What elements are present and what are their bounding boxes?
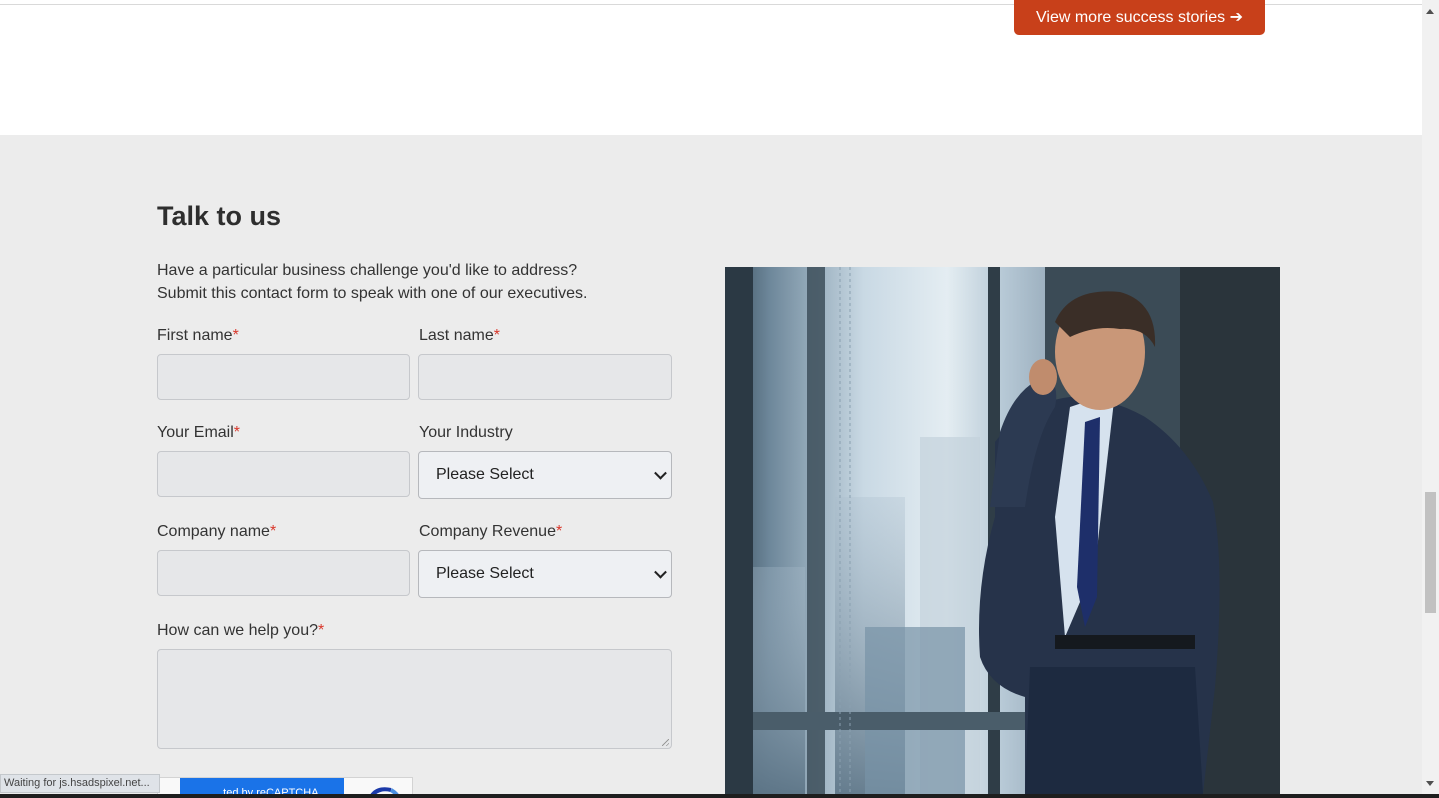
revenue-select-value: Please Select xyxy=(436,565,534,582)
scroll-up-icon[interactable] xyxy=(1426,9,1434,14)
chevron-down-icon xyxy=(654,466,667,480)
browser-status-bar: Waiting for js.hsadspixel.net... xyxy=(0,774,160,793)
email-label: Your Email* xyxy=(157,424,240,442)
required-mark: * xyxy=(493,327,500,344)
businessman-photo xyxy=(725,267,1280,794)
section-title: Talk to us xyxy=(157,201,282,231)
scroll-thumb[interactable] xyxy=(1425,492,1436,613)
first-name-input[interactable] xyxy=(157,354,410,400)
required-mark: * xyxy=(555,523,563,540)
intro-line-1: Have a particular business challenge you… xyxy=(157,262,578,279)
required-mark: * xyxy=(317,622,325,639)
scroll-down-icon[interactable] xyxy=(1426,781,1434,786)
help-textarea[interactable] xyxy=(157,649,672,749)
intro-text: Have a particular business challenge you… xyxy=(157,259,587,305)
industry-label-text: Your Industry xyxy=(419,424,513,441)
company-revenue-select[interactable]: Please Select xyxy=(418,550,672,598)
industry-select-value: Please Select xyxy=(436,466,534,483)
company-revenue-label-text: Company Revenue xyxy=(419,523,556,540)
email-input[interactable] xyxy=(157,451,410,497)
industry-select[interactable]: Please Select xyxy=(418,451,672,499)
required-mark: * xyxy=(233,424,241,441)
required-mark: * xyxy=(269,523,277,540)
company-revenue-label: Company Revenue* xyxy=(419,523,562,541)
photo-illustration xyxy=(725,267,1280,794)
first-name-label: First name* xyxy=(157,327,239,345)
company-name-label: Company name* xyxy=(157,523,276,541)
view-success-stories-button[interactable]: View more success stories ➔ xyxy=(1014,0,1265,35)
required-mark: * xyxy=(232,327,239,344)
window-bottom-edge xyxy=(0,794,1439,798)
email-label-text: Your Email xyxy=(157,424,234,441)
last-name-input[interactable] xyxy=(418,354,672,400)
last-name-label: Last name* xyxy=(419,327,500,345)
intro-line-2: Submit this contact form to speak with o… xyxy=(157,285,588,302)
company-name-input[interactable] xyxy=(157,550,410,596)
help-label: How can we help you?* xyxy=(157,622,324,640)
industry-label: Your Industry xyxy=(419,424,513,442)
page-scrollbar[interactable] xyxy=(1422,0,1439,798)
help-label-text: How can we help you? xyxy=(157,622,318,639)
first-name-label-text: First name xyxy=(157,327,233,344)
company-name-label-text: Company name xyxy=(157,523,270,540)
chevron-down-icon xyxy=(654,565,667,579)
last-name-label-text: Last name xyxy=(419,327,494,344)
resize-handle-icon[interactable] xyxy=(662,739,669,746)
